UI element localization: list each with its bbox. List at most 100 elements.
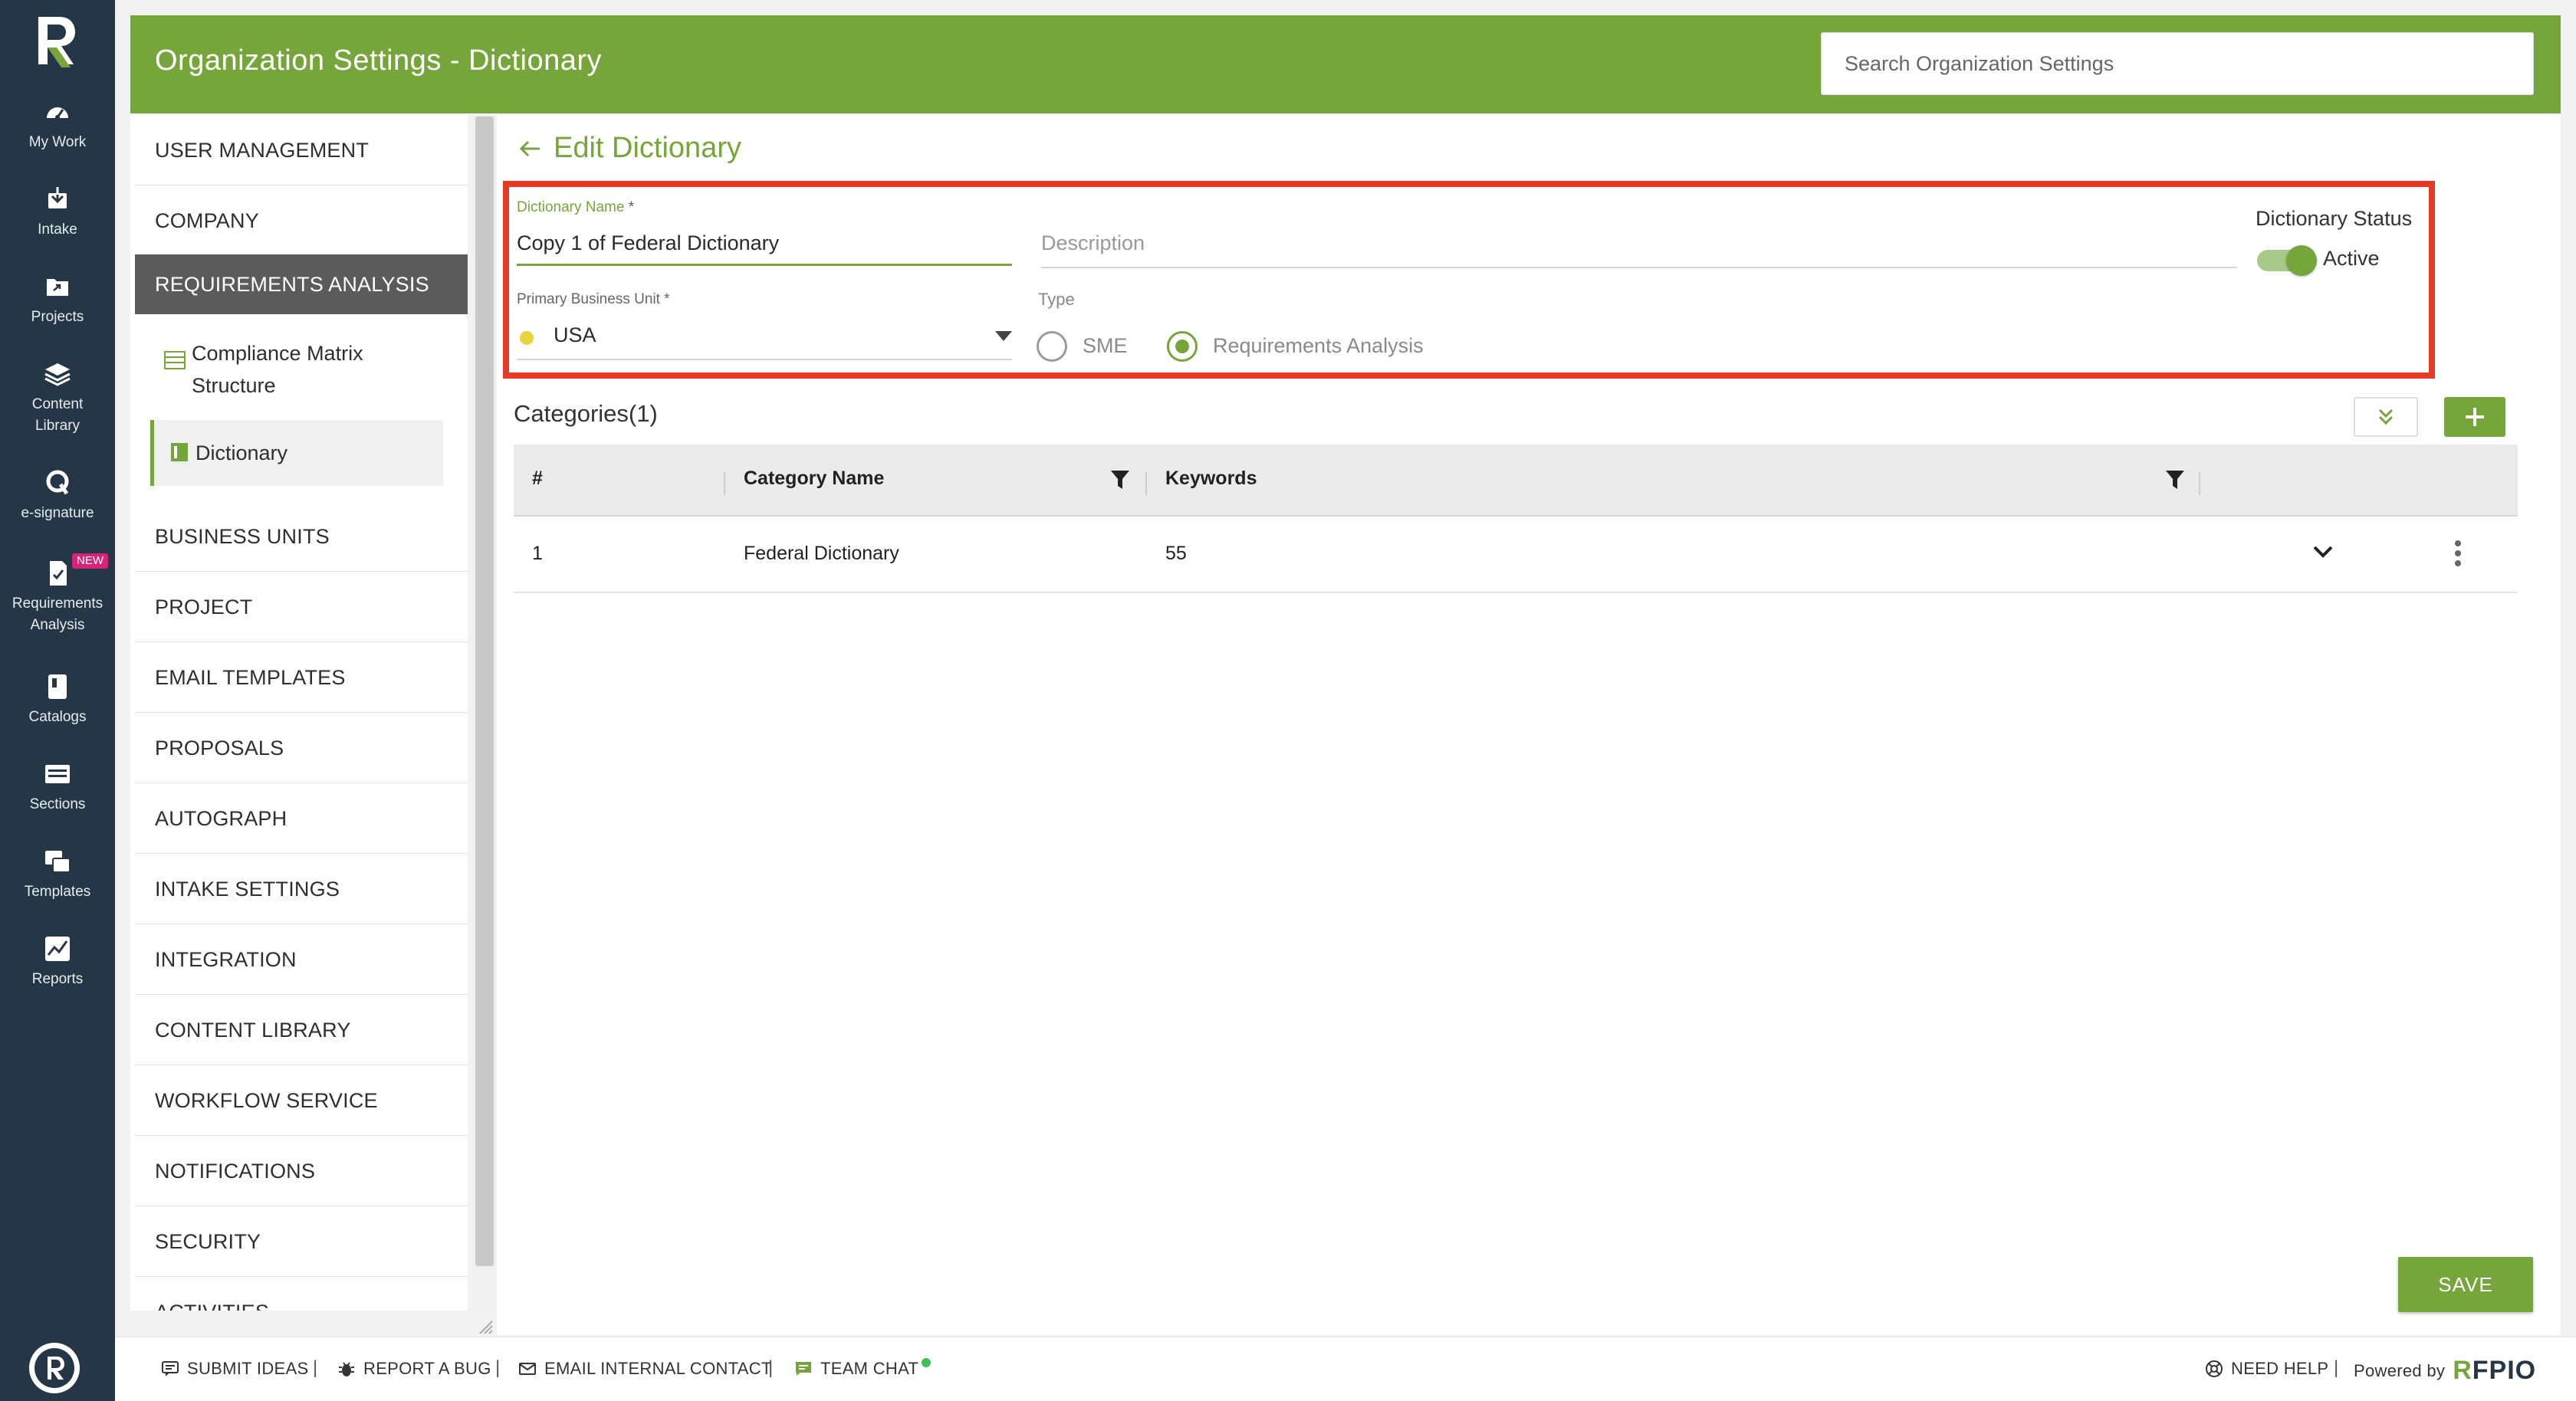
nav-item-autograph[interactable]: AUTOGRAPH [135, 783, 468, 854]
rail-item-label: Requirements Analysis [12, 596, 104, 633]
new-badge: NEW [72, 553, 108, 569]
nav-item-business-units[interactable]: BUSINESS UNITS [135, 501, 468, 572]
comment-icon [162, 1361, 179, 1376]
nav-item-user-management[interactable]: USER MANAGEMENT [135, 115, 468, 185]
description-input[interactable]: Description [1041, 231, 1145, 255]
row-category-name: Federal Dictionary [744, 543, 899, 564]
powered-by: Powered by RFPIO [2354, 1356, 2536, 1386]
lifebuoy-icon [2206, 1360, 2223, 1377]
app-rail: My Work Intake Projects Content Library … [0, 0, 115, 1401]
col-header-number: # [532, 468, 543, 489]
table-row[interactable]: 1 Federal Dictionary 55 [514, 518, 2518, 593]
arrow-left-icon [519, 140, 540, 156]
nav-sub-label: Dictionary [196, 441, 288, 464]
edit-dictionary-title: Edit Dictionary [554, 132, 741, 164]
type-radio-requirements-analysis[interactable] [1167, 331, 1198, 362]
rail-item-content-library[interactable]: Content Library [0, 359, 115, 437]
rail-item-intake[interactable]: Intake [0, 184, 115, 241]
dictionary-status-label: Dictionary Status [2256, 207, 2413, 230]
plus-icon [2466, 408, 2484, 426]
business-unit-underline [517, 359, 1012, 360]
type-label: Type [1038, 290, 1075, 309]
rail-item-sections[interactable]: Sections [0, 759, 115, 815]
col-divider [2199, 472, 2200, 495]
team-chat-label: TEAM CHAT [820, 1359, 919, 1378]
report-bug-link[interactable]: REPORT A BUG [337, 1359, 491, 1379]
rail-item-label: Templates [24, 884, 91, 900]
dictionary-name-label: Dictionary Name * [517, 199, 635, 215]
rail-item-label: e-signature [21, 505, 94, 521]
nav-sub-label-line1: Compliance Matrix [192, 342, 363, 365]
more-vertical-icon[interactable] [2453, 540, 2463, 567]
footer-logo[interactable] [29, 1343, 80, 1393]
chevron-down-icon[interactable] [2312, 544, 2334, 559]
dashboard-icon [42, 97, 73, 127]
nav-item-integration[interactable]: INTEGRATION [135, 924, 468, 995]
nav-sub-label-line2: Structure [192, 374, 276, 397]
rail-item-templates[interactable]: Templates [0, 846, 115, 903]
book-icon [42, 671, 73, 702]
rail-item-catalogs[interactable]: Catalogs [0, 671, 115, 728]
save-button[interactable]: SAVE [2398, 1257, 2533, 1312]
rail-item-reports[interactable]: Reports [0, 933, 115, 990]
business-unit-select[interactable]: USA [554, 323, 596, 347]
intake-icon [42, 184, 73, 215]
nav-item-project[interactable]: PROJECT [135, 572, 468, 642]
business-unit-dot [520, 331, 534, 345]
team-chat-link[interactable]: TEAM CHAT [794, 1358, 932, 1379]
dictionary-name-input[interactable]: Copy 1 of Federal Dictionary [517, 231, 779, 255]
nav-item-security[interactable]: SECURITY [135, 1206, 468, 1277]
requirements-icon [42, 558, 73, 589]
nav-scrollbar-thumb[interactable] [475, 116, 494, 1266]
nav-item-company[interactable]: COMPANY [135, 185, 468, 256]
rail-item-e-signature[interactable]: e-signature [0, 468, 115, 524]
dictionary-name-underline [517, 264, 1012, 266]
submit-ideas-link[interactable]: SUBMIT IDEAS [161, 1359, 308, 1379]
rail-item-my-work[interactable]: My Work [0, 97, 115, 153]
rail-item-label: My Work [28, 134, 87, 150]
footer-separator: | [2334, 1357, 2339, 1378]
dictionary-icon [171, 443, 188, 461]
app-logo[interactable] [34, 14, 80, 69]
filter-icon[interactable] [2165, 469, 2185, 491]
nav-sub-compliance-matrix[interactable]: Compliance Matrix Structure [150, 337, 443, 406]
settings-search-input[interactable] [1821, 32, 2534, 95]
nav-item-activities[interactable]: ACTIVITIES [135, 1277, 468, 1311]
nav-sub-dictionary[interactable]: Dictionary [150, 420, 443, 486]
footer-separator: | [768, 1357, 774, 1378]
nav-item-content-library[interactable]: CONTENT LIBRARY [135, 995, 468, 1065]
toggle-knob [2286, 245, 2317, 276]
rail-item-projects[interactable]: Projects [0, 271, 115, 328]
type-sme-label: SME [1083, 334, 1128, 357]
nav-item-label: REQUIREMENTS ANALYSIS [155, 273, 429, 296]
back-link[interactable]: Edit Dictionary [517, 132, 741, 165]
rail-item-requirements-analysis[interactable]: NEW Requirements Analysis [0, 553, 115, 636]
col-divider [1145, 472, 1147, 495]
col-divider [724, 472, 725, 495]
page-header: Organization Settings - Dictionary [130, 15, 2561, 113]
type-radio-sme[interactable] [1037, 331, 1067, 362]
nav-item-email-templates[interactable]: EMAIL TEMPLATES [135, 642, 468, 713]
nav-item-requirements-analysis[interactable]: REQUIREMENTS ANALYSIS [135, 254, 468, 314]
nav-scrollbar[interactable] [472, 115, 497, 1311]
expand-all-button[interactable] [2354, 397, 2418, 437]
caret-down-icon[interactable] [995, 331, 1012, 342]
status-toggle[interactable] [2257, 245, 2317, 276]
email-internal-contact-link[interactable]: EMAIL INTERNAL CONTACT [518, 1359, 772, 1379]
resize-grip-icon[interactable] [475, 1317, 494, 1335]
col-header-keywords: Keywords [1165, 468, 1257, 489]
nav-item-workflow-service[interactable]: WORKFLOW SERVICE [135, 1065, 468, 1136]
email-internal-contact-label: EMAIL INTERNAL CONTACT [544, 1359, 772, 1378]
nav-item-notifications[interactable]: NOTIFICATIONS [135, 1136, 468, 1206]
table-icon [164, 351, 186, 369]
nav-item-proposals[interactable]: PROPOSALS [135, 713, 468, 783]
layers-icon [42, 359, 73, 389]
nav-item-intake-settings[interactable]: INTAKE SETTINGS [135, 854, 468, 924]
rfpio-logo: RFPIO [2453, 1356, 2537, 1385]
row-keywords: 55 [1165, 543, 1187, 564]
filter-icon[interactable] [1110, 469, 1130, 491]
add-category-button[interactable] [2444, 397, 2505, 437]
table-header: # Category Name Keywords [514, 445, 2518, 517]
bug-icon [339, 1362, 354, 1376]
need-help-link[interactable]: NEED HELP [2205, 1359, 2328, 1379]
